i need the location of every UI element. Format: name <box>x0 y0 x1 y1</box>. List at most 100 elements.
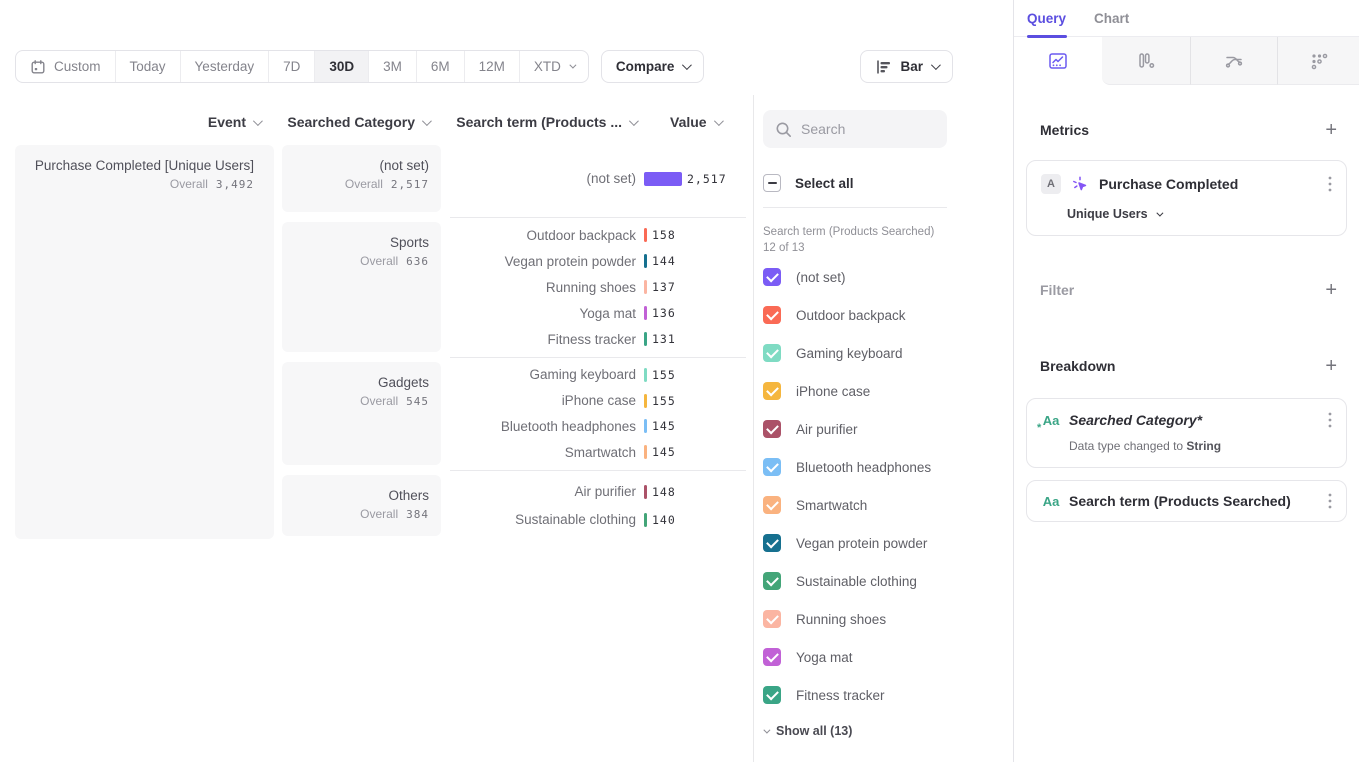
category-overall: Overall384 <box>282 507 429 521</box>
filter-item[interactable]: Air purifier <box>763 410 1013 448</box>
term-value: 148 <box>652 485 676 499</box>
date-range-label: 3M <box>383 59 402 74</box>
metric-card[interactable]: A Purchase Completed Unique Users <box>1026 160 1347 236</box>
filter-item[interactable]: Gaming keyboard <box>763 334 1013 372</box>
filter-item-checkbox[interactable] <box>763 496 781 514</box>
compare-button[interactable]: Compare <box>601 50 705 83</box>
term-row[interactable]: iPhone case155 <box>450 388 746 414</box>
flows-tab[interactable] <box>1190 37 1278 85</box>
metric-kebab-menu[interactable] <box>1328 176 1332 192</box>
filter-item-checkbox[interactable] <box>763 458 781 476</box>
search-box[interactable] <box>763 110 947 148</box>
term-row[interactable]: Running shoes137 <box>450 274 746 300</box>
date-range-yesterday[interactable]: Yesterday <box>180 51 269 82</box>
active-tab-underline <box>1027 35 1067 38</box>
term-row[interactable]: Fitness tracker131 <box>450 326 746 352</box>
filter-item-checkbox[interactable] <box>763 534 781 552</box>
select-all-row[interactable]: Select all <box>763 174 1013 192</box>
filter-item-checkbox[interactable] <box>763 648 781 666</box>
filter-item[interactable]: (not set) <box>763 258 1013 296</box>
filter-item-checkbox[interactable] <box>763 572 781 590</box>
search-input[interactable] <box>801 121 931 137</box>
filter-item[interactable]: Sustainable clothing <box>763 562 1013 600</box>
filter-item[interactable]: Running shoes <box>763 600 1013 638</box>
filter-item[interactable]: Smartwatch <box>763 486 1013 524</box>
category-cell[interactable]: OthersOverall384 <box>282 475 441 536</box>
tab-chart[interactable]: Chart <box>1094 11 1129 26</box>
metric-name: Purchase Completed <box>1099 176 1238 192</box>
filter-item[interactable]: Fitness tracker <box>763 676 1013 714</box>
breakdown-title: Breakdown <box>1040 358 1115 374</box>
select-all-checkbox[interactable] <box>763 174 781 192</box>
filter-item[interactable]: Vegan protein powder <box>763 524 1013 562</box>
show-all-toggle[interactable]: Show all (13) <box>763 724 1013 738</box>
date-range-label: 7D <box>283 59 300 74</box>
add-breakdown-button[interactable]: + <box>1325 356 1337 376</box>
date-range-7d[interactable]: 7D <box>268 51 314 82</box>
column-header-searched-category[interactable]: Searched Category <box>282 114 441 130</box>
term-value: 136 <box>652 306 676 320</box>
column-header-event[interactable]: Event <box>15 114 274 130</box>
term-row[interactable]: Air purifier148 <box>450 478 746 506</box>
event-cell[interactable]: Purchase Completed [Unique Users] Overal… <box>15 145 274 539</box>
column-header-search-term[interactable]: Search term (Products ... <box>450 114 636 130</box>
term-row[interactable]: Vegan protein powder144 <box>450 248 746 274</box>
tab-query[interactable]: Query <box>1027 11 1066 26</box>
category-overall: Overall2,517 <box>282 177 429 191</box>
term-value: 155 <box>652 368 676 382</box>
filter-item-label: Smartwatch <box>796 498 867 513</box>
add-metric-button[interactable]: + <box>1325 120 1337 140</box>
filter-item-label: Gaming keyboard <box>796 346 903 361</box>
column-header-value[interactable]: Value <box>670 114 721 130</box>
gap <box>282 352 441 362</box>
filter-item-checkbox[interactable] <box>763 610 781 628</box>
filter-item[interactable]: Bluetooth headphones <box>763 448 1013 486</box>
category-cell[interactable]: SportsOverall636 <box>282 222 441 352</box>
filter-item[interactable]: Outdoor backpack <box>763 296 1013 334</box>
filter-item-checkbox[interactable] <box>763 344 781 362</box>
filter-item-checkbox[interactable] <box>763 686 781 704</box>
term-row[interactable]: Smartwatch145 <box>450 439 746 465</box>
date-range-3m[interactable]: 3M <box>368 51 416 82</box>
metric-aggregation-dropdown[interactable]: Unique Users <box>1067 207 1332 221</box>
date-range-6m[interactable]: 6M <box>416 51 464 82</box>
add-filter-button[interactable]: + <box>1325 280 1337 300</box>
filter-item-checkbox[interactable] <box>763 306 781 324</box>
date-range-selector: CustomTodayYesterday 7D 30D 3M 6M 12MXTD <box>15 50 589 83</box>
string-property-icon: Aa <box>1041 494 1061 509</box>
filter-item[interactable]: iPhone case <box>763 372 1013 410</box>
show-all-label: Show all (13) <box>776 724 852 738</box>
filter-item-label: Running shoes <box>796 612 886 627</box>
breakdown-card[interactable]: Aa Searched Category* Data type changed … <box>1026 398 1347 468</box>
date-range-xtd[interactable]: XTD <box>519 51 588 82</box>
insights-tab[interactable] <box>1014 37 1102 85</box>
term-label: Gaming keyboard <box>450 367 636 382</box>
filter-item[interactable]: Yoga mat <box>763 638 1013 676</box>
date-range-custom[interactable]: Custom <box>16 51 115 82</box>
retention-tab[interactable] <box>1277 37 1359 85</box>
term-value: 137 <box>652 280 676 294</box>
value-bar <box>644 254 647 268</box>
term-row[interactable]: Sustainable clothing140 <box>450 506 746 534</box>
term-row[interactable]: Outdoor backpack158 <box>450 222 746 248</box>
term-row[interactable]: (not set)2,517 <box>450 165 746 193</box>
term-label: (not set) <box>450 171 636 186</box>
date-range-12m[interactable]: 12M <box>464 51 519 82</box>
term-value: 158 <box>652 228 676 242</box>
category-cell[interactable]: GadgetsOverall545 <box>282 362 441 465</box>
query-builder-panel: Query Chart <box>1013 0 1359 762</box>
breakdown-card[interactable]: Aa Search term (Products Searched) <box>1026 480 1347 522</box>
term-row[interactable]: Bluetooth headphones145 <box>450 414 746 440</box>
category-cell[interactable]: (not set)Overall2,517 <box>282 145 441 212</box>
term-row[interactable]: Yoga mat136 <box>450 300 746 326</box>
filter-item-checkbox[interactable] <box>763 382 781 400</box>
date-range-today[interactable]: Today <box>115 51 180 82</box>
filter-item-checkbox[interactable] <box>763 268 781 286</box>
funnels-tab[interactable] <box>1102 37 1190 85</box>
breakdown-kebab-menu[interactable] <box>1328 493 1332 509</box>
date-range-30d[interactable]: 30D <box>314 51 368 82</box>
date-range-label: 6M <box>431 59 450 74</box>
filter-item-checkbox[interactable] <box>763 420 781 438</box>
breakdown-kebab-menu[interactable] <box>1328 412 1332 428</box>
term-row[interactable]: Gaming keyboard 155 <box>450 362 746 388</box>
